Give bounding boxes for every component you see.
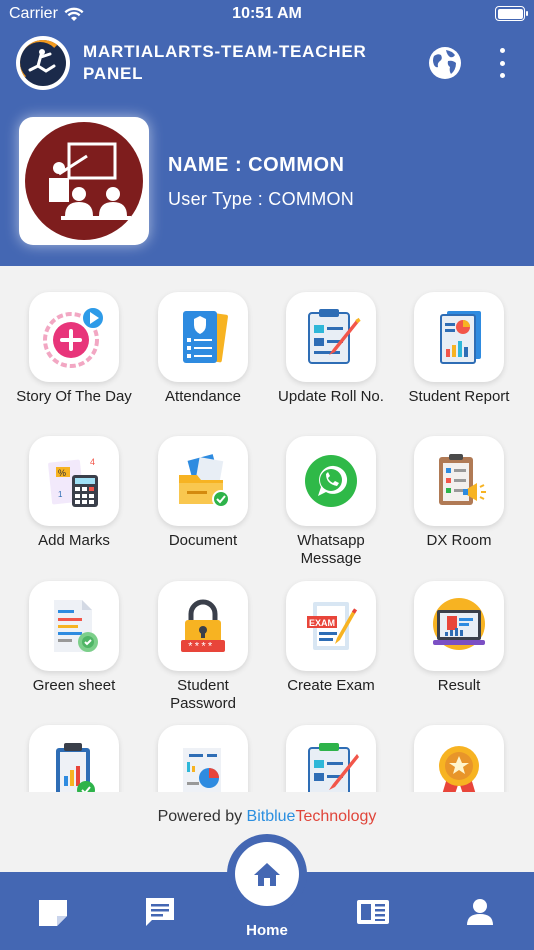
menu-item-result[interactable]: Result bbox=[395, 581, 523, 695]
svg-text:EXAM: EXAM bbox=[309, 618, 335, 628]
user-type: User Type : COMMON bbox=[168, 189, 355, 209]
menu-label: Create Exam bbox=[287, 677, 375, 694]
clock: 10:51 AM bbox=[232, 5, 302, 22]
profile-avatar bbox=[19, 117, 149, 245]
menu-item-analytics[interactable] bbox=[139, 725, 267, 792]
app-title: MARTIALARTS-TEAM-TEACHER PANEL bbox=[83, 42, 367, 83]
brand-part1[interactable]: Bitblue bbox=[247, 808, 296, 825]
clipboard-chart-icon bbox=[56, 743, 95, 792]
menu-item-update-roll[interactable]: Update Roll No. bbox=[267, 292, 395, 406]
powered-by: Powered by BitblueTechnology bbox=[0, 808, 534, 826]
menu-item-clipboard-chart[interactable] bbox=[10, 725, 138, 792]
more-menu-icon[interactable] bbox=[494, 48, 510, 78]
menu-label: Update Roll No. bbox=[278, 388, 384, 405]
powered-prefix: Powered by bbox=[157, 808, 247, 825]
menu-item-student-password[interactable]: **** Student Password bbox=[139, 581, 267, 713]
menu-item-clipboard-pencil[interactable] bbox=[267, 725, 395, 792]
edit-clipboard-icon bbox=[308, 309, 361, 364]
home-icon bbox=[254, 863, 280, 886]
award-icon bbox=[439, 746, 479, 792]
globe-icon[interactable] bbox=[428, 46, 462, 80]
menu-item-whatsapp[interactable]: Whatsapp Message bbox=[267, 436, 395, 568]
lock-icon: **** bbox=[181, 599, 225, 654]
story-icon bbox=[43, 306, 105, 368]
nav-home-button[interactable] bbox=[227, 834, 307, 914]
menu-item-award[interactable] bbox=[395, 725, 523, 792]
dx-room-icon bbox=[439, 454, 486, 505]
menu-item-document[interactable]: Document bbox=[139, 436, 267, 550]
menu-item-dx-room[interactable]: DX Room bbox=[395, 436, 523, 550]
battery-icon bbox=[495, 6, 528, 21]
menu-item-student-report[interactable]: Student Report bbox=[395, 292, 523, 406]
result-icon bbox=[433, 598, 485, 650]
menu-label: Student Password bbox=[170, 677, 236, 712]
folder-icon bbox=[179, 454, 230, 508]
attendance-icon bbox=[183, 311, 228, 363]
exam-icon: EXAM bbox=[307, 602, 358, 650]
menu-label: Document bbox=[168, 532, 238, 549]
nav-home-label: Home bbox=[246, 922, 288, 939]
svg-text:%: % bbox=[58, 468, 66, 478]
menu-label: Green sheet bbox=[32, 677, 116, 694]
brand-part2[interactable]: Technology bbox=[295, 808, 376, 825]
menu-grid: Story Of The Day Attendance Update Roll … bbox=[0, 286, 534, 792]
menu-label: Student Report bbox=[408, 388, 510, 405]
svg-text:4: 4 bbox=[90, 457, 95, 467]
menu-item-create-exam[interactable]: EXAM Create Exam bbox=[267, 581, 395, 695]
status-bar: Carrier 10:51 AM bbox=[0, 0, 534, 28]
menu-label: DX Room bbox=[426, 532, 492, 549]
menu-item-add-marks[interactable]: % 1 4 Add Marks bbox=[10, 436, 138, 550]
menu-item-story[interactable]: Story Of The Day bbox=[10, 292, 138, 406]
menu-label: Result bbox=[437, 677, 481, 694]
whatsapp-icon bbox=[305, 455, 357, 507]
svg-text:****: **** bbox=[187, 642, 213, 654]
analytics-icon bbox=[183, 748, 221, 792]
app-logo bbox=[16, 36, 70, 90]
screen: Carrier 10:51 AM MARTIALARTS-TEAM-TEACHE… bbox=[0, 0, 534, 950]
menu-label: Add Marks bbox=[38, 532, 110, 549]
clipboard-pencil-icon bbox=[308, 743, 359, 792]
menu-item-green-sheet[interactable]: Green sheet bbox=[10, 581, 138, 695]
menu-item-attendance[interactable]: Attendance bbox=[139, 292, 267, 406]
menu-label: Whatsapp Message bbox=[297, 532, 365, 567]
profile-name: NAME : COMMON bbox=[168, 154, 345, 176]
calculator-icon: % 1 4 bbox=[48, 457, 98, 507]
menu-label: Attendance bbox=[165, 388, 241, 405]
menu-label: Story Of The Day bbox=[16, 388, 132, 405]
report-icon bbox=[440, 311, 481, 364]
header: MARTIALARTS-TEAM-TEACHER PANEL NAME: CO… bbox=[0, 28, 534, 266]
svg-text:1: 1 bbox=[58, 490, 63, 499]
green-sheet-icon bbox=[54, 600, 98, 652]
